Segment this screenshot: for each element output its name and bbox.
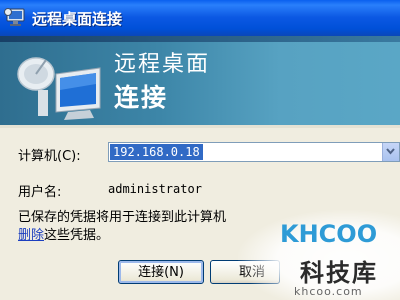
username-label: 用户名: bbox=[18, 185, 62, 200]
svg-text:KHCOO: KHCOO bbox=[280, 220, 377, 248]
computer-dropdown-button[interactable] bbox=[382, 143, 399, 161]
remote-desktop-window: 远程桌面连接 远程桌面 连接 计算机(C): 192.168.0.18 用户名:… bbox=[0, 0, 400, 300]
remote-desktop-icon bbox=[4, 8, 25, 26]
delete-credentials-link[interactable]: 删除 bbox=[18, 228, 44, 243]
computer-label: 计算机(C): bbox=[18, 149, 81, 164]
chevron-down-icon bbox=[386, 148, 395, 155]
banner-divider bbox=[0, 125, 400, 128]
computer-combobox[interactable]: 192.168.0.18 bbox=[108, 142, 400, 162]
username-value: administrator bbox=[108, 182, 202, 196]
saved-credentials-tail: 这些凭据。 bbox=[44, 228, 110, 243]
banner-title-line2: 连接 bbox=[114, 83, 169, 112]
banner: 远程桌面 连接 bbox=[0, 36, 400, 125]
connect-button[interactable]: 连接(N) bbox=[118, 260, 204, 284]
watermark-brand: 科技库 bbox=[300, 259, 378, 287]
watermark-logo: KHCOO bbox=[280, 220, 377, 248]
banner-title-line1: 远程桌面 bbox=[114, 52, 211, 77]
banner-stripe bbox=[0, 36, 400, 42]
saved-credentials-text: 已保存的凭据将用于连接到此计算机 bbox=[18, 210, 227, 225]
computer-input[interactable]: 192.168.0.18 bbox=[110, 144, 203, 160]
window-title: 远程桌面连接 bbox=[32, 10, 123, 28]
watermark-domain: khcoo.com bbox=[294, 285, 363, 298]
title-bar[interactable]: 远程桌面连接 bbox=[0, 0, 400, 36]
watermark: KHCOO 科技库 khcoo.com bbox=[238, 210, 400, 300]
remote-desktop-monitor-icon bbox=[17, 57, 101, 120]
